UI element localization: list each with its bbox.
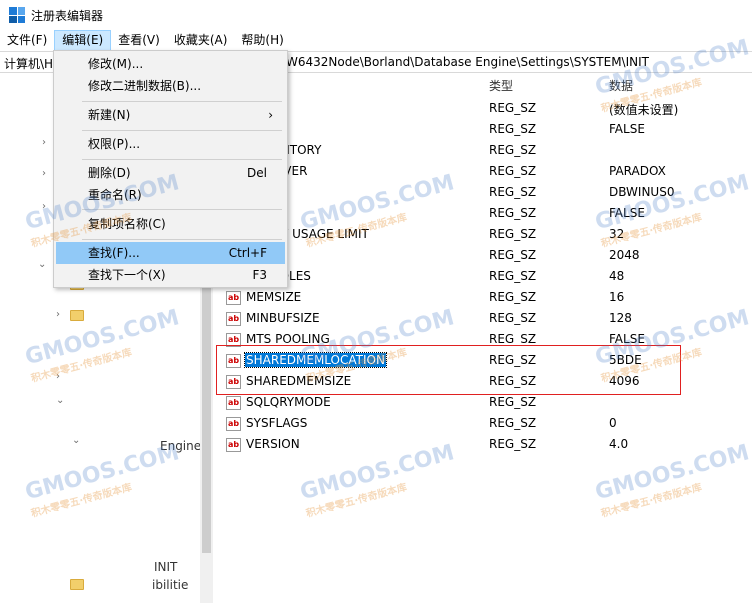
value-type: REG_SZ [489, 143, 537, 157]
value-type: REG_SZ [489, 353, 537, 367]
value-name: SQLQRYMODE [246, 395, 331, 409]
chevron-down-icon[interactable]: ⌄ [38, 259, 46, 270]
value-row[interactable]: ab SHAREDMEMSIZE REG_SZ 4096 [226, 372, 746, 393]
tree-item-init[interactable]: INIT [154, 560, 177, 574]
menu-item-find-next[interactable]: 查找下一个(X) F3 [56, 264, 285, 286]
value-row[interactable]: ab SQLQRYMODE REG_SZ [226, 393, 746, 414]
value-type: REG_SZ [489, 332, 537, 346]
value-type: REG_SZ [489, 206, 537, 220]
value-data: 0 [609, 416, 617, 430]
value-type: REG_SZ [489, 290, 537, 304]
string-value-icon: ab [226, 333, 241, 347]
value-type: REG_SZ [489, 122, 537, 136]
column-header-type[interactable]: 类型 [489, 77, 513, 94]
chevron-down-icon[interactable]: ⌄ [56, 395, 64, 406]
value-row[interactable]: abODBCREG_SZFALSE [226, 120, 746, 141]
value-type: REG_SZ [489, 395, 537, 409]
submenu-arrow-icon: › [268, 108, 273, 122]
value-data: 48 [609, 269, 625, 283]
value-type: REG_SZ [489, 248, 537, 262]
string-value-icon: ab [226, 312, 241, 326]
tree-item-capabilities[interactable]: ibilitie [152, 578, 188, 592]
value-data: 2048 [609, 248, 640, 262]
value-type: REG_SZ [489, 269, 537, 283]
menu-help[interactable]: 帮助(H) [234, 30, 290, 51]
address-path-start: 计算机\H [4, 57, 54, 71]
regedit-app-icon [9, 7, 25, 23]
folder-icon [70, 579, 84, 590]
folder-icon [70, 310, 84, 321]
value-row[interactable]: abLT DRIVERREG_SZPARADOX [226, 162, 746, 183]
value-row[interactable]: ab MEMSIZE REG_SZ 16 [226, 288, 746, 309]
value-row[interactable]: ab SYSFLAGS REG_SZ 0 [226, 414, 746, 435]
value-type: REG_SZ [489, 101, 537, 115]
value-type: REG_SZ [489, 416, 537, 430]
menu-item-new[interactable]: 新建(N) › [56, 104, 285, 126]
menu-separator [82, 239, 282, 240]
value-type: REG_SZ [489, 164, 537, 178]
value-data: 4.0 [609, 437, 629, 451]
menu-view[interactable]: 查看(V) [111, 30, 167, 51]
value-row[interactable]: abUFSIZEREG_SZ2048 [226, 246, 746, 267]
value-name: VERSION [246, 437, 300, 451]
string-value-icon: ab [226, 417, 241, 431]
value-type: REG_SZ [489, 227, 537, 241]
window-title: 注册表编辑器 [31, 8, 104, 23]
menu-item-permissions[interactable]: 权限(P)... [56, 133, 285, 155]
menu-favorites[interactable]: 收藏夹(A) [167, 30, 235, 51]
value-type: REG_SZ [489, 185, 537, 199]
menu-file[interactable]: 文件(F) [0, 30, 54, 51]
value-name: MINBUFSIZE [246, 311, 320, 325]
value-data: 128 [609, 311, 632, 325]
value-row[interactable]: abREG_SZ(数值未设置) [226, 99, 746, 120]
string-value-icon: ab [226, 396, 241, 410]
value-row[interactable]: abREPOSITORYREG_SZ [226, 141, 746, 162]
title-bar: 注册表编辑器 [0, 0, 752, 30]
value-data: PARADOX [609, 164, 666, 178]
menu-item-find[interactable]: 查找(F)... Ctrl+F [56, 242, 285, 264]
string-value-icon: ab [226, 438, 241, 452]
value-row[interactable]: ab VERSION REG_SZ 4.0 [226, 435, 746, 456]
value-name: MEMSIZE [246, 290, 302, 304]
string-value-icon: ab [226, 354, 241, 368]
menu-separator [82, 101, 282, 102]
menu-item-modify-binary[interactable]: 修改二进制数据(B)... [56, 75, 285, 97]
menu-separator [82, 130, 282, 131]
chevron-right-icon[interactable]: › [56, 309, 60, 320]
value-data: 16 [609, 290, 625, 304]
value-data: FALSE [609, 122, 645, 136]
address-path-end: W6432Node\Borland\Database Engine\Settin… [286, 55, 649, 69]
string-value-icon: ab [226, 375, 241, 389]
menu-edit[interactable]: 编辑(E) [54, 30, 112, 51]
chevron-right-icon[interactable]: › [42, 168, 46, 179]
menu-bar: 文件(F) 编辑(E) 查看(V) 收藏夹(A) 帮助(H) [0, 30, 752, 51]
menu-separator [82, 159, 282, 160]
value-type: REG_SZ [489, 374, 537, 388]
value-row[interactable]: abEHANDLESREG_SZ48 [226, 267, 746, 288]
value-name: SYSFLAGS [246, 416, 308, 430]
value-type: REG_SZ [489, 311, 537, 325]
menu-item-modify[interactable]: 修改(M)... [56, 53, 285, 75]
edit-menu-dropdown: 修改(M)... 修改二进制数据(B)... 新建(N) › 权限(P)... … [53, 50, 288, 288]
chevron-right-icon[interactable]: › [42, 137, 46, 148]
value-type: REG_SZ [489, 437, 537, 451]
string-value-icon: ab [226, 291, 241, 305]
chevron-down-icon[interactable]: ⌄ [72, 435, 80, 446]
